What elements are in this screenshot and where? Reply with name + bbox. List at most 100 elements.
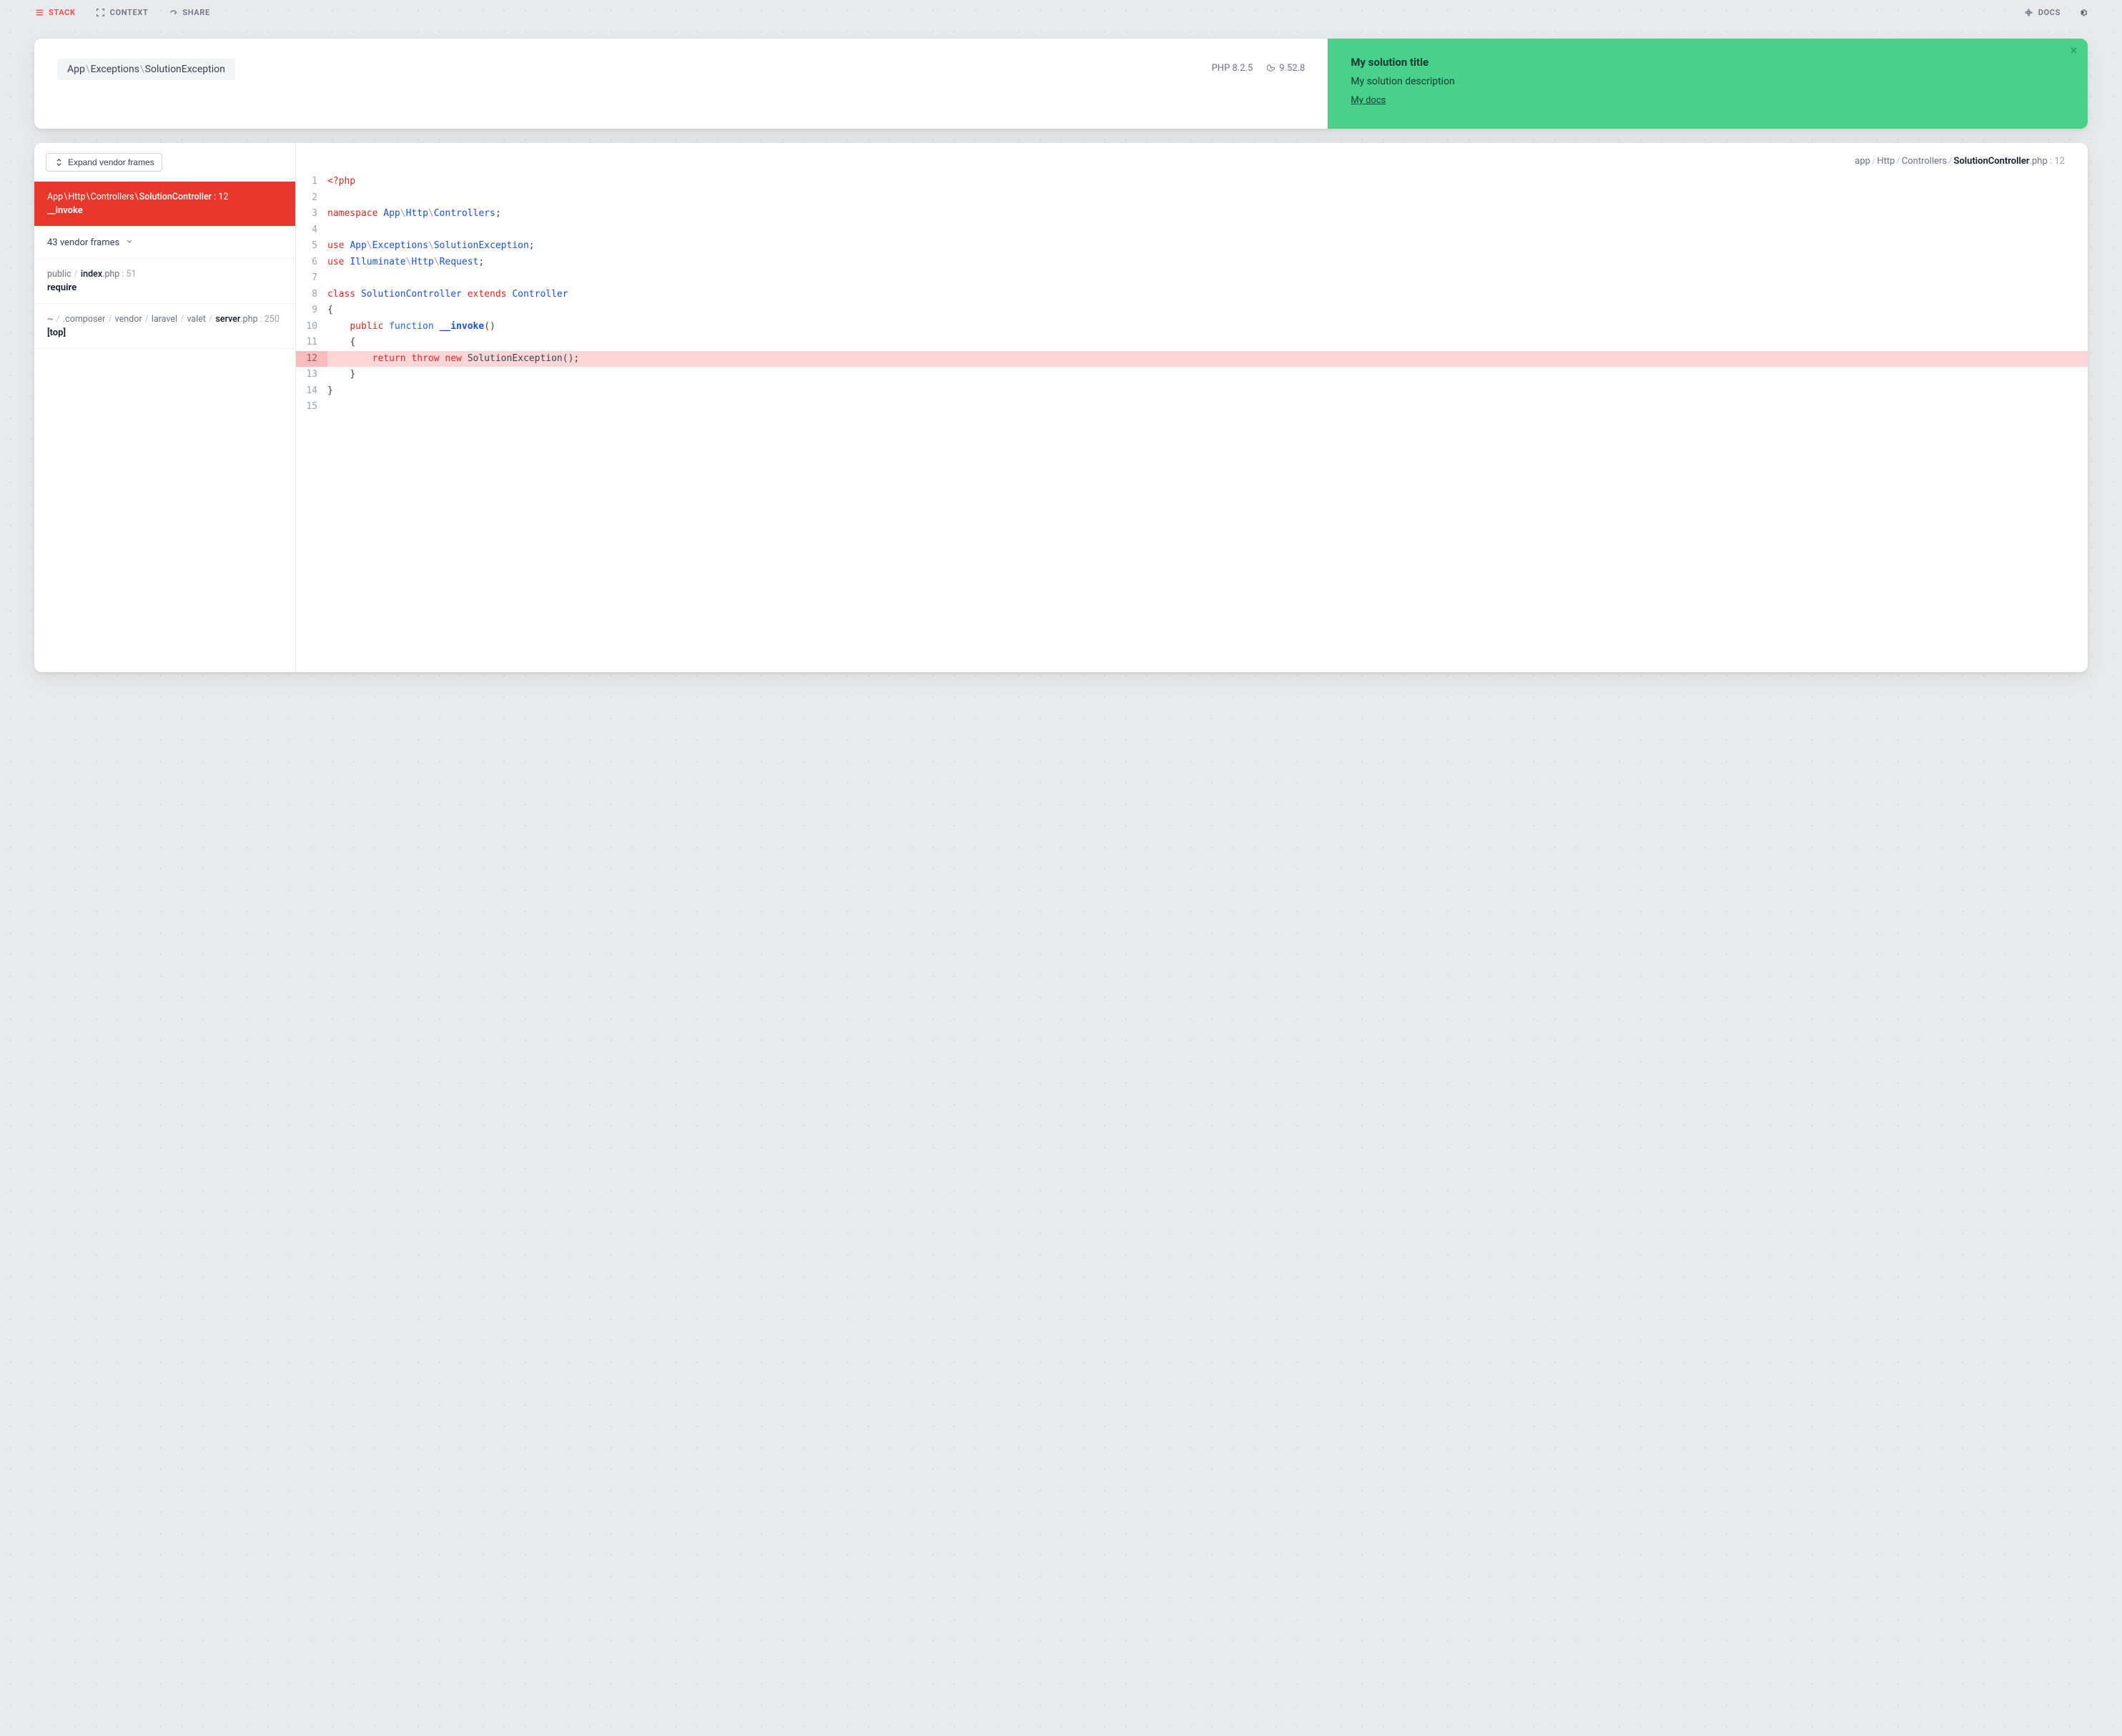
line-content: } xyxy=(327,367,2088,383)
frame-path-2: Controllers xyxy=(91,192,134,202)
code-line: 5use App\Exceptions\SolutionException; xyxy=(296,238,2088,255)
exc-ns-0: App xyxy=(67,64,85,75)
code-line: 8class SolutionController extends Contro… xyxy=(296,287,2088,303)
line-content xyxy=(327,222,2088,239)
code-line: 7 xyxy=(296,270,2088,287)
line-number: 2 xyxy=(296,190,327,207)
line-number: 10 xyxy=(296,319,327,335)
nav-context-label: CONTEXT xyxy=(110,8,149,17)
context-icon xyxy=(96,7,106,17)
code-line: 12 return throw new SolutionException(); xyxy=(296,351,2088,368)
frame-path-1: Http xyxy=(68,192,85,202)
line-content: } xyxy=(327,383,2088,400)
code-block: 1<?php23namespace App\Http\Controllers;4… xyxy=(296,174,2088,415)
nav-docs-label: DOCS xyxy=(2038,8,2061,17)
code-line: 11 { xyxy=(296,335,2088,351)
ns-sep: \ xyxy=(85,64,91,75)
topbar: STACK CONTEXT SHARE DOCS xyxy=(0,0,2122,24)
f2-fn: require xyxy=(47,282,282,293)
php-version: PHP 8.2.5 xyxy=(1212,63,1253,74)
f3-line: 250 xyxy=(265,314,280,325)
line-number: 14 xyxy=(296,383,327,400)
laravel-icon xyxy=(1265,64,1275,74)
code-line: 13 } xyxy=(296,367,2088,383)
line-number: 6 xyxy=(296,255,327,271)
frame-item[interactable]: public / index.php : 51 require xyxy=(34,259,295,304)
stack-card: Expand vendor frames App\Http\Controller… xyxy=(34,143,2088,672)
env-meta: PHP 8.2.5 9.52.8 xyxy=(1212,59,1306,74)
expand-vendor-frames-label: Expand vendor frames xyxy=(68,157,154,167)
f2-line: 51 xyxy=(127,269,137,280)
line-number: 8 xyxy=(296,287,327,303)
ch-p1: Http xyxy=(1877,156,1895,167)
exc-ns-2: SolutionException xyxy=(145,64,225,75)
f3-p5: server xyxy=(215,314,240,325)
f3-ext: .php xyxy=(240,314,257,325)
code-line: 15 xyxy=(296,399,2088,415)
line-content: <?php xyxy=(327,174,2088,190)
solution-close-icon[interactable] xyxy=(2070,46,2078,57)
exc-ns-1: Exceptions xyxy=(91,64,139,75)
nav-share[interactable]: SHARE xyxy=(168,7,209,17)
expand-vendor-frames-button[interactable]: Expand vendor frames xyxy=(46,153,162,172)
line-number: 12 xyxy=(296,351,327,368)
solution-link[interactable]: My docs xyxy=(1351,95,1386,106)
code-line: 10 public function __invoke() xyxy=(296,319,2088,335)
line-number: 11 xyxy=(296,335,327,351)
f3-p0: ~ xyxy=(47,314,54,325)
frame-path-0: App xyxy=(47,192,63,202)
code-line: 2 xyxy=(296,190,2088,207)
laravel-version-wrap: 9.52.8 xyxy=(1265,63,1305,74)
line-content: use Illuminate\Http\Request; xyxy=(327,255,2088,271)
solution-panel: My solution title My solution descriptio… xyxy=(1328,39,2088,129)
f2-file: index xyxy=(81,269,102,280)
ns-sep: \ xyxy=(139,64,145,75)
line-number: 7 xyxy=(296,270,327,287)
settings-icon[interactable] xyxy=(2078,7,2088,17)
ch-p2: Controllers xyxy=(1902,156,1947,167)
line-number: 1 xyxy=(296,174,327,190)
code-column: app/Http/Controllers/SolutionController.… xyxy=(296,143,2088,672)
line-content: return throw new SolutionException(); xyxy=(327,351,2088,368)
f3-p3: laravel xyxy=(152,314,177,325)
line-content xyxy=(327,270,2088,287)
nav-stack[interactable]: STACK xyxy=(34,7,76,17)
frame-item[interactable]: ~ / .composer / vendor / laravel / valet… xyxy=(34,304,295,349)
f3-p4: valet xyxy=(187,314,206,325)
line-content: namespace App\Http\Controllers; xyxy=(327,206,2088,222)
line-number: 3 xyxy=(296,206,327,222)
docs-icon xyxy=(2024,7,2034,17)
line-content xyxy=(327,399,2088,415)
nav-context[interactable]: CONTEXT xyxy=(96,7,149,17)
line-content xyxy=(327,190,2088,207)
nav-stack-label: STACK xyxy=(49,8,76,17)
ch-p3: SolutionController xyxy=(1954,156,2030,167)
ch-ext: .php xyxy=(2030,156,2048,167)
frame-active[interactable]: App\Http\Controllers\SolutionController … xyxy=(34,182,295,227)
nav-share-label: SHARE xyxy=(182,8,209,17)
solution-description: My solution description xyxy=(1351,76,2065,87)
code-line: 1<?php xyxy=(296,174,2088,190)
exception-header-card: App\Exceptions\SolutionException PHP 8.2… xyxy=(34,39,2088,129)
solution-title: My solution title xyxy=(1351,56,2065,69)
line-number: 13 xyxy=(296,367,327,383)
ch-line: 12 xyxy=(2054,156,2065,167)
f3-p1: .composer xyxy=(63,314,105,325)
line-number: 4 xyxy=(296,222,327,239)
ch-p0: app xyxy=(1855,156,1870,167)
frame-collapsed-vendor[interactable]: 43 vendor frames xyxy=(34,227,295,259)
line-number: 5 xyxy=(296,238,327,255)
laravel-version: 9.52.8 xyxy=(1279,63,1305,74)
f2-ext: .php xyxy=(102,269,119,280)
stack-icon xyxy=(34,7,44,17)
line-content: { xyxy=(327,335,2088,351)
frame-path-3: SolutionController xyxy=(139,192,212,202)
frame-fn: __invoke xyxy=(47,205,282,216)
line-number: 15 xyxy=(296,399,327,415)
nav-docs[interactable]: DOCS xyxy=(2024,7,2061,17)
code-line: 14} xyxy=(296,383,2088,400)
f3-fn: [top] xyxy=(47,327,282,338)
code-line: 3namespace App\Http\Controllers; xyxy=(296,206,2088,222)
line-content: class SolutionController extends Control… xyxy=(327,287,2088,303)
code-line: 4 xyxy=(296,222,2088,239)
